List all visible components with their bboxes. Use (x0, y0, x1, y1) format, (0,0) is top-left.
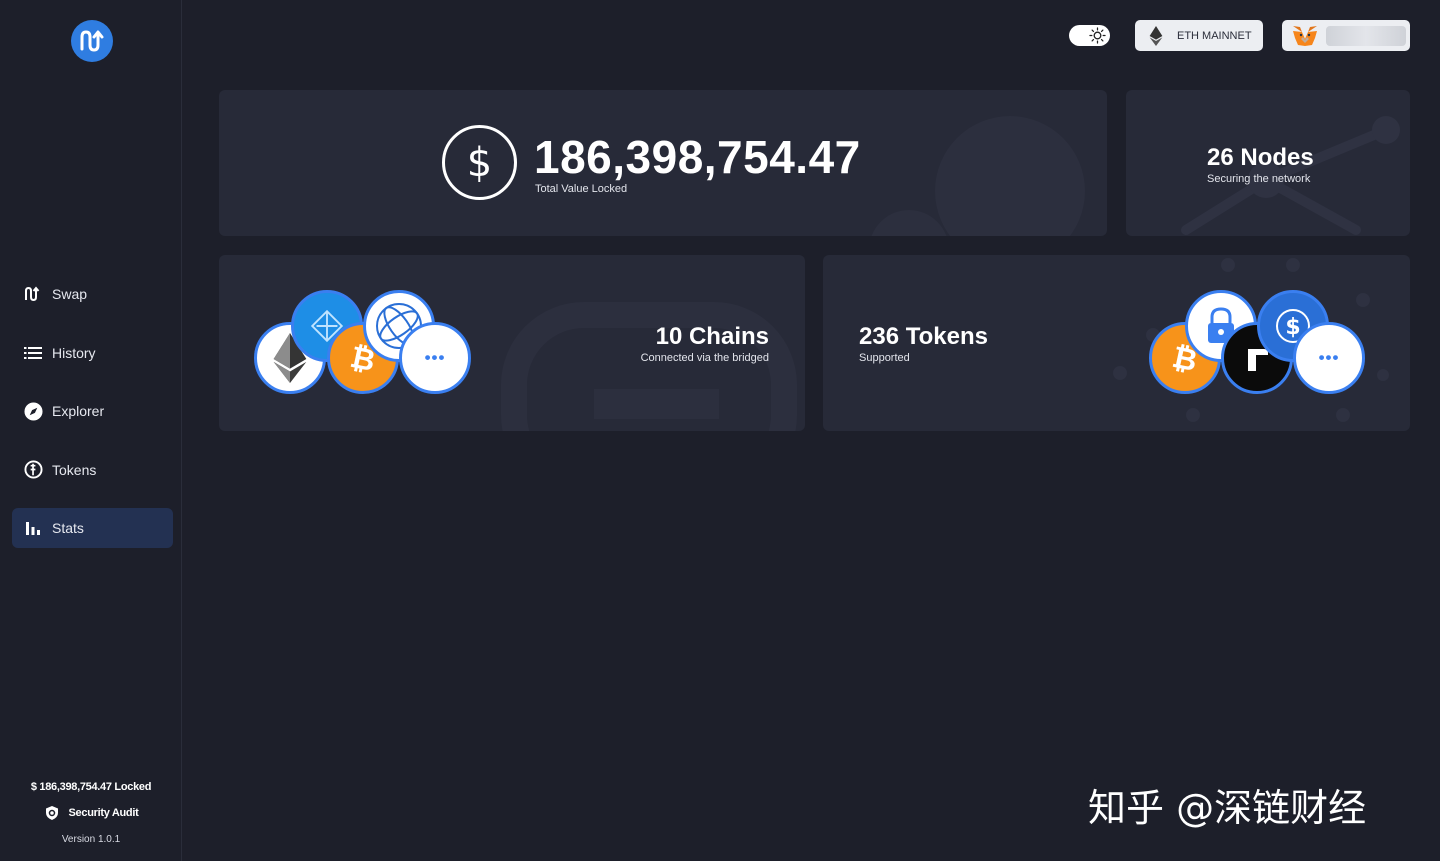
sidebar-item-label: History (52, 344, 96, 361)
svg-text:$: $ (1285, 315, 1300, 340)
ethereum-icon (1149, 25, 1163, 46)
version-label: Version 1.0.1 (61, 834, 121, 845)
shield-icon (45, 806, 58, 820)
more-tokens-icon[interactable]: ••• (1293, 322, 1365, 394)
sidebar-item-label: Stats (52, 520, 84, 536)
nodes-count: 26 Nodes (1207, 144, 1314, 171)
sidebar: Swap History Explorer Tokens Stats $ 186… (0, 0, 182, 861)
security-audit-link[interactable]: Security Audit (0, 805, 182, 821)
more-glyph: ••• (1318, 348, 1340, 367)
tvl-card: $ 186,398,754.47 Total Value Locked (219, 90, 1107, 236)
decor-circle (869, 210, 949, 236)
toggle-knob (1071, 27, 1088, 44)
bar-chart-icon (23, 518, 43, 538)
security-audit-label: Security Audit (68, 807, 139, 819)
wallet-address-redacted (1326, 25, 1406, 46)
tvl-label: Total Value Locked (535, 183, 628, 195)
sidebar-item-label: Tokens (52, 461, 97, 478)
sidebar-item-explorer[interactable]: Explorer (12, 391, 173, 431)
tokens-icon (23, 460, 43, 480)
sidebar-item-stats[interactable]: Stats (12, 508, 173, 548)
tokens-card: 236 Tokens Supported ₿ $ ••• (823, 255, 1410, 431)
app-logo[interactable] (71, 20, 113, 62)
network-selector-button[interactable]: ETH MAINNET (1135, 20, 1263, 51)
chains-count: 10 Chains (655, 323, 769, 350)
swap-arrows-icon (80, 30, 104, 52)
wallet-connect-button[interactable] (1282, 20, 1410, 51)
metamask-fox-icon (1293, 25, 1317, 46)
sidebar-item-label: Explorer (52, 403, 105, 419)
sidebar-item-label: Swap (52, 286, 88, 302)
decor-circle (935, 116, 1085, 236)
sidebar-nav: Swap History Explorer Tokens Stats (12, 274, 173, 567)
dollar-icon: $ (442, 125, 517, 200)
tokens-subtitle: Supported (859, 352, 910, 364)
sidebar-item-history[interactable]: History (12, 333, 173, 373)
nodes-subtitle: Securing the network (1207, 173, 1311, 185)
more-chains-icon[interactable]: ••• (399, 322, 471, 394)
network-label: ETH MAINNET (1177, 29, 1252, 42)
chains-card: ₿ ••• 10 Chains Connected via the bridge… (219, 255, 805, 431)
theme-toggle[interactable] (1069, 25, 1110, 46)
sidebar-item-swap[interactable]: Swap (12, 274, 173, 314)
tvl-value: 186,398,754.47 (534, 131, 861, 183)
compass-icon (23, 401, 43, 421)
sun-icon (1089, 27, 1106, 44)
watermark: 知乎 @深链财经 (1088, 786, 1367, 830)
chains-subtitle: Connected via the bridged (640, 352, 769, 364)
more-glyph: ••• (424, 348, 446, 367)
tokens-count: 236 Tokens (859, 323, 988, 350)
sidebar-item-tokens[interactable]: Tokens (12, 450, 173, 490)
list-icon (23, 343, 43, 363)
nodes-card: 26 Nodes Securing the network (1126, 90, 1410, 236)
locked-total: $ 186,398,754.47 Locked (30, 781, 152, 793)
swap-icon (23, 284, 43, 304)
